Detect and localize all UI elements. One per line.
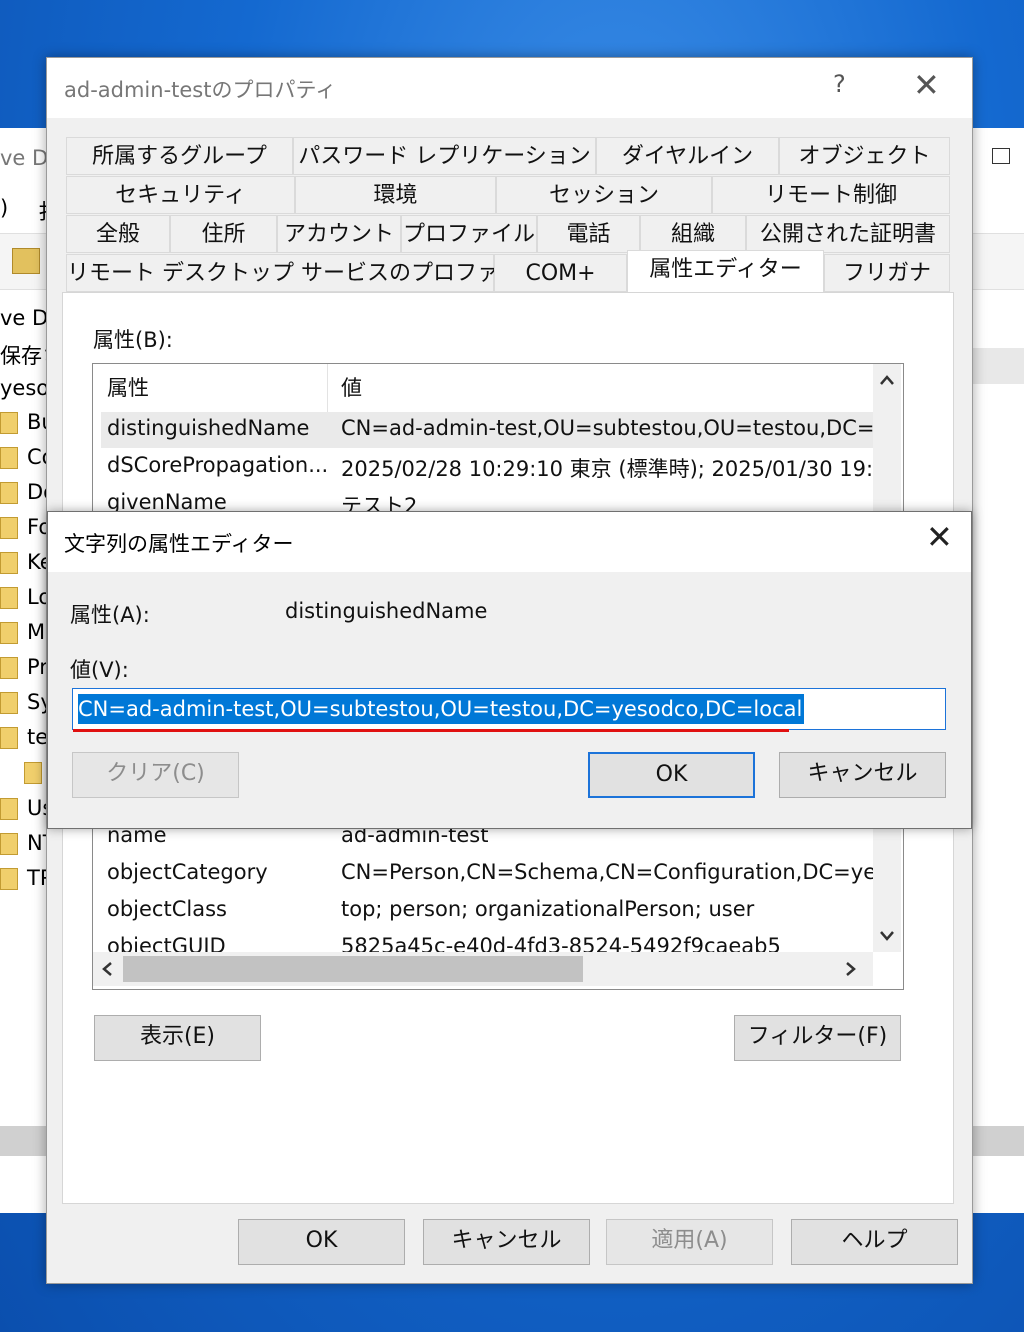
value-text-selected[interactable]: CN=ad-admin-test,OU=subtestou,OU=testou,… <box>78 694 805 724</box>
tab-profile[interactable]: プロファイル <box>401 215 537 253</box>
tab-furigana[interactable]: フリガナ <box>824 254 950 292</box>
row-attribute: dSCorePropagation... <box>107 453 329 477</box>
row-value: top; person; organizationalPerson; user <box>341 897 755 921</box>
chevron-right-icon[interactable] <box>845 961 857 977</box>
folder-icon <box>0 517 18 539</box>
row-value: CN=Person,CN=Schema,CN=Configuration,DC=… <box>341 860 888 884</box>
value-label: 値(V): <box>70 658 129 682</box>
tab-object[interactable]: オブジェクト <box>779 137 950 175</box>
attribute-name-value: distinguishedName <box>285 599 488 623</box>
folder-icon <box>0 447 18 469</box>
attributes-label: 属性(B): <box>93 328 173 352</box>
row-attribute: objectCategory <box>107 860 268 884</box>
folder-icon <box>0 798 18 820</box>
folder-icon <box>0 587 18 609</box>
properties-title: ad-admin-testのプロパティ <box>64 78 337 102</box>
tab-general[interactable]: 全般 <box>66 215 170 253</box>
row-attribute: objectClass <box>107 897 227 921</box>
horizontal-scrollbar[interactable] <box>93 952 873 986</box>
folder-icon <box>0 657 18 679</box>
column-header-attribute[interactable]: 属性 <box>107 364 149 412</box>
tab-organization[interactable]: 組織 <box>640 215 746 253</box>
horizontal-scroll-thumb[interactable] <box>123 956 583 982</box>
clear-button[interactable]: クリア(C) <box>72 752 239 798</box>
tab-environment[interactable]: 環境 <box>295 176 496 214</box>
string-editor-title-bar: 文字列の属性エディター ✕ <box>48 512 971 572</box>
maximize-icon[interactable] <box>992 148 1010 164</box>
close-icon[interactable]: ✕ <box>926 518 953 556</box>
row-value: 2025/02/28 10:29:10 東京 (標準時); 2025/01/30… <box>341 457 900 481</box>
column-header-value[interactable]: 値 <box>341 364 362 412</box>
help-icon[interactable]: ? <box>833 70 846 98</box>
help-button[interactable]: ヘルプ <box>791 1219 958 1265</box>
close-icon[interactable]: ✕ <box>913 66 940 104</box>
folder-icon <box>0 552 18 574</box>
tab-password-replication[interactable]: パスワード レプリケーション <box>293 137 596 175</box>
tab-address[interactable]: 住所 <box>170 215 277 253</box>
properties-title-bar: ad-admin-testのプロパティ ? ✕ <box>47 58 972 118</box>
view-button[interactable]: 表示(E) <box>94 1015 261 1061</box>
folder-icon <box>0 412 18 434</box>
chevron-up-icon[interactable] <box>879 374 895 386</box>
table-row[interactable]: distinguishedName CN=ad-admin-test,OU=su… <box>101 412 887 448</box>
background-list-header <box>970 348 1024 384</box>
tab-member-of[interactable]: 所属するグループ <box>66 137 293 175</box>
row-value: CN=ad-admin-test,OU=subtestou,OU=testou,… <box>341 416 887 440</box>
tab-dial-in[interactable]: ダイヤルイン <box>596 137 779 175</box>
tab-sessions[interactable]: セッション <box>496 176 712 214</box>
ok-button[interactable]: OK <box>238 1219 405 1265</box>
tab-attribute-editor[interactable]: 属性エディター <box>627 250 824 292</box>
folder-icon <box>0 833 18 855</box>
string-attribute-editor-dialog: 文字列の属性エディター ✕ 属性(A): distinguishedName 値… <box>47 511 972 829</box>
folder-icon <box>24 762 42 784</box>
tree-item[interactable]: te <box>27 725 48 749</box>
folder-icon <box>0 482 18 504</box>
string-editor-title: 文字列の属性エディター <box>64 532 294 556</box>
tab-security[interactable]: セキュリティ <box>66 176 295 214</box>
row-attribute: distinguishedName <box>107 416 310 440</box>
folder-icon <box>0 692 18 714</box>
tab-published-certificates[interactable]: 公開された証明書 <box>746 215 950 253</box>
value-input[interactable]: CN=ad-admin-test,OU=subtestou,OU=testou,… <box>72 688 946 730</box>
table-row[interactable]: objectCategory CN=Person,CN=Schema,CN=Co… <box>101 856 887 892</box>
ok-button[interactable]: OK <box>588 752 755 798</box>
table-row[interactable]: dSCorePropagation... 2025/02/28 10:29:10… <box>101 449 900 485</box>
chevron-down-icon[interactable] <box>879 930 895 942</box>
annotation-underline <box>73 729 789 732</box>
folder-icon <box>0 868 18 890</box>
apply-button[interactable]: 適用(A) <box>606 1219 773 1265</box>
tab-remote-desktop-profile[interactable]: リモート デスクトップ サービスのプロファイル <box>66 254 543 292</box>
tab-com-plus[interactable]: COM+ <box>494 254 627 292</box>
tab-remote-control[interactable]: リモート制御 <box>712 176 950 214</box>
filter-button[interactable]: フィルター(F) <box>734 1015 901 1061</box>
folder-icon <box>0 727 18 749</box>
cancel-button[interactable]: キャンセル <box>779 752 946 798</box>
chevron-left-icon[interactable] <box>101 961 113 977</box>
tree-item[interactable]: Pr <box>27 655 48 679</box>
folder-icon <box>0 622 18 644</box>
tab-account[interactable]: アカウント <box>277 215 401 253</box>
table-row[interactable]: objectClass top; person; organizationalP… <box>101 893 881 929</box>
background-menu-fragment: ) <box>0 196 9 220</box>
folder-up-icon[interactable] <box>12 248 40 274</box>
column-divider <box>327 364 328 412</box>
tab-telephones[interactable]: 電話 <box>537 215 640 253</box>
attribute-label: 属性(A): <box>70 603 150 627</box>
cancel-button[interactable]: キャンセル <box>423 1219 590 1265</box>
tree-item[interactable]: M <box>27 620 45 644</box>
